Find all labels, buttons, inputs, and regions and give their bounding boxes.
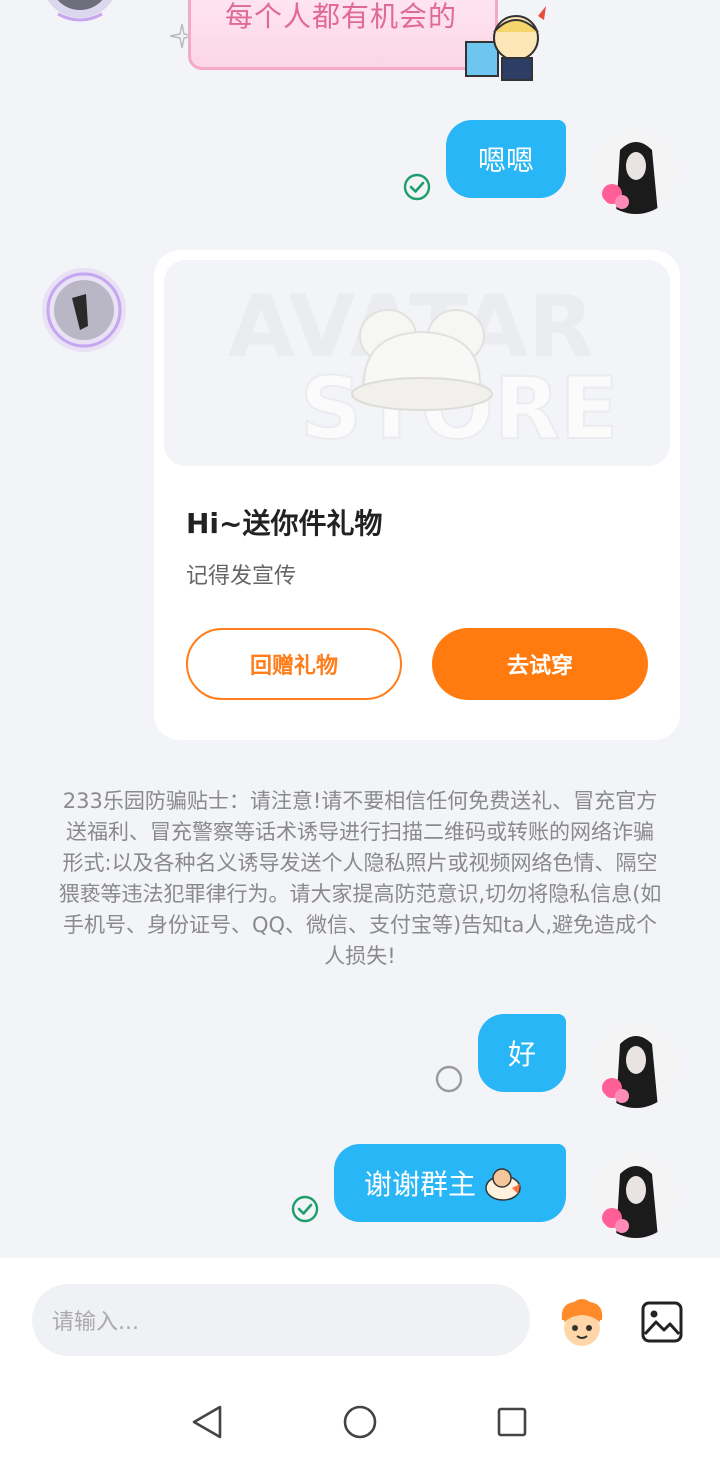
sticker-text: 每个人都有机会的 <box>225 0 458 33</box>
gift-title: Hi~送你件礼物 <box>186 507 383 540</box>
image-icon[interactable] <box>640 1300 684 1344</box>
sender-avatar[interactable] <box>42 268 126 352</box>
gift-image[interactable]: AVATAR STORE <box>164 260 670 466</box>
anime-girl-sticker <box>446 2 550 82</box>
sent-check-icon <box>403 173 431 201</box>
my-avatar[interactable] <box>594 1024 678 1108</box>
chat-area[interactable]: 每个人都有机会的 嗯嗯 STORE Hi~送你件礼物 记得发宣传 回赠礼物 去试… <box>0 0 720 1258</box>
chick-emoji-icon <box>485 1168 521 1201</box>
sender-avatar-partial[interactable] <box>40 0 120 30</box>
recent-apps-nav-icon[interactable] <box>496 1406 528 1438</box>
message-text: 好 <box>507 1038 536 1071</box>
my-avatar[interactable] <box>594 130 678 214</box>
emoji-icon[interactable] <box>554 1296 610 1352</box>
message-text: 谢谢群主 <box>364 1168 477 1201</box>
my-avatar[interactable] <box>594 1154 678 1238</box>
message-bubble[interactable]: 好 <box>478 1014 566 1092</box>
message-bubble[interactable]: 嗯嗯 <box>446 120 566 198</box>
pending-circle-icon <box>435 1065 463 1093</box>
message-text: 嗯嗯 <box>477 144 534 177</box>
home-nav-icon[interactable] <box>342 1404 378 1440</box>
gift-subtitle: 记得发宣传 <box>186 564 297 589</box>
back-nav-icon[interactable] <box>190 1404 224 1440</box>
message-input[interactable]: 请输入... <box>32 1284 530 1356</box>
gift-card[interactable]: AVATAR STORE Hi~送你件礼物 记得发宣传 回赠礼物 去试穿 <box>154 250 680 740</box>
return-gift-button[interactable]: 回赠礼物 <box>186 628 402 700</box>
try-on-button[interactable]: 去试穿 <box>432 628 648 700</box>
sent-check-icon <box>291 1195 319 1223</box>
message-bubble[interactable]: 谢谢群主 <box>334 1144 566 1222</box>
anti-fraud-notice: 233乐园防骗贴士：请注意!请不要相信任何免费送礼、冒充官方送福利、冒充警察等话… <box>58 789 662 968</box>
input-placeholder: 请输入... <box>52 1310 139 1335</box>
